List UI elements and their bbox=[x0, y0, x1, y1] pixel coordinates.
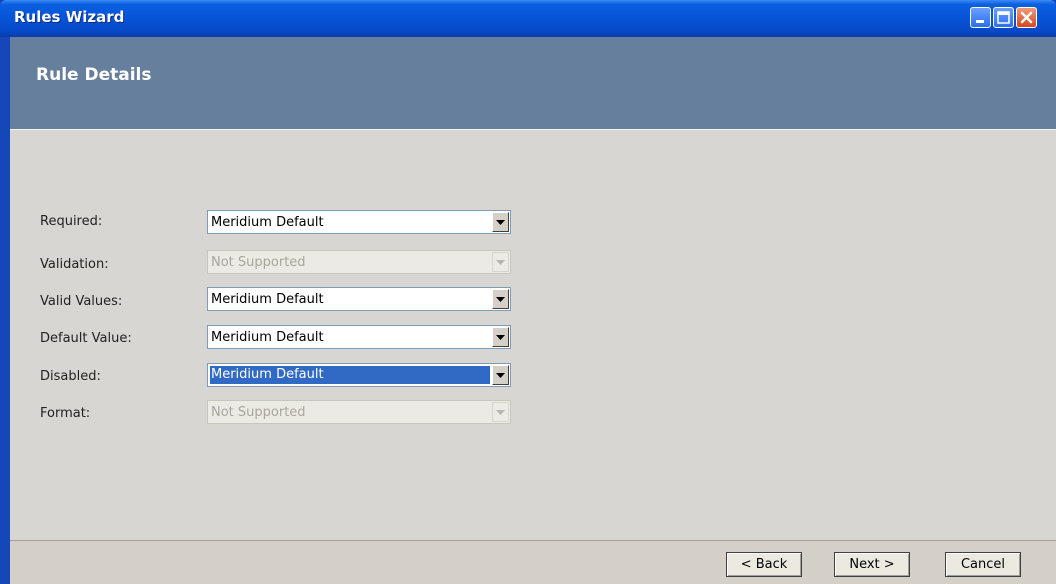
dropdown-arrow[interactable] bbox=[492, 365, 509, 385]
back-button[interactable]: < Back bbox=[726, 552, 802, 577]
validation-label: Validation: bbox=[40, 257, 109, 272]
chevron-down-icon bbox=[496, 260, 505, 265]
required-dropdown[interactable]: Meridium Default bbox=[207, 210, 511, 234]
close-icon bbox=[1020, 11, 1033, 24]
cancel-button[interactable]: Cancel bbox=[945, 552, 1021, 577]
disabled-label: Disabled: bbox=[40, 369, 101, 384]
dropdown-arrow bbox=[492, 252, 509, 272]
maximize-icon bbox=[997, 11, 1010, 24]
disabled-value: Meridium Default bbox=[210, 366, 490, 384]
wizard-client-area: Rule Details Required: Meridium Default … bbox=[10, 37, 1056, 584]
chevron-down-icon bbox=[496, 335, 505, 340]
disabled-dropdown[interactable]: Meridium Default bbox=[207, 363, 511, 387]
chevron-down-icon bbox=[496, 410, 505, 415]
rule-details-form: Required: Meridium Default Validation: N… bbox=[10, 130, 1056, 540]
dropdown-arrow bbox=[492, 402, 509, 422]
format-dropdown: Not Supported bbox=[207, 400, 511, 424]
valid-values-label: Valid Values: bbox=[40, 294, 123, 309]
page-title: Rule Details bbox=[36, 65, 152, 85]
default-value-label: Default Value: bbox=[40, 331, 132, 346]
rules-wizard-window: Rules Wizard Rule Details Required: Meri… bbox=[0, 0, 1056, 584]
chevron-down-icon bbox=[496, 373, 505, 378]
valid-values-value: Meridium Default bbox=[211, 292, 324, 307]
required-value: Meridium Default bbox=[211, 215, 324, 230]
wizard-footer: < Back Next > Cancel bbox=[10, 540, 1056, 584]
maximize-button[interactable] bbox=[993, 7, 1014, 28]
default-value-dropdown[interactable]: Meridium Default bbox=[207, 325, 511, 349]
close-button[interactable] bbox=[1016, 7, 1037, 28]
valid-values-dropdown[interactable]: Meridium Default bbox=[207, 287, 511, 311]
format-value: Not Supported bbox=[211, 405, 306, 420]
format-label: Format: bbox=[40, 406, 91, 421]
next-button[interactable]: Next > bbox=[834, 552, 910, 577]
chevron-down-icon bbox=[496, 297, 505, 302]
dropdown-arrow[interactable] bbox=[492, 289, 509, 309]
required-label: Required: bbox=[40, 214, 103, 229]
default-value-value: Meridium Default bbox=[211, 330, 324, 345]
minimize-icon bbox=[976, 20, 984, 23]
validation-dropdown: Not Supported bbox=[207, 250, 511, 274]
window-title: Rules Wizard bbox=[14, 8, 125, 26]
dropdown-arrow[interactable] bbox=[492, 212, 509, 232]
validation-value: Not Supported bbox=[211, 255, 306, 270]
minimize-button[interactable] bbox=[970, 7, 991, 28]
wizard-header: Rule Details bbox=[10, 37, 1056, 130]
title-bar[interactable]: Rules Wizard bbox=[0, 0, 1056, 37]
dropdown-arrow[interactable] bbox=[492, 327, 509, 347]
chevron-down-icon bbox=[496, 220, 505, 225]
